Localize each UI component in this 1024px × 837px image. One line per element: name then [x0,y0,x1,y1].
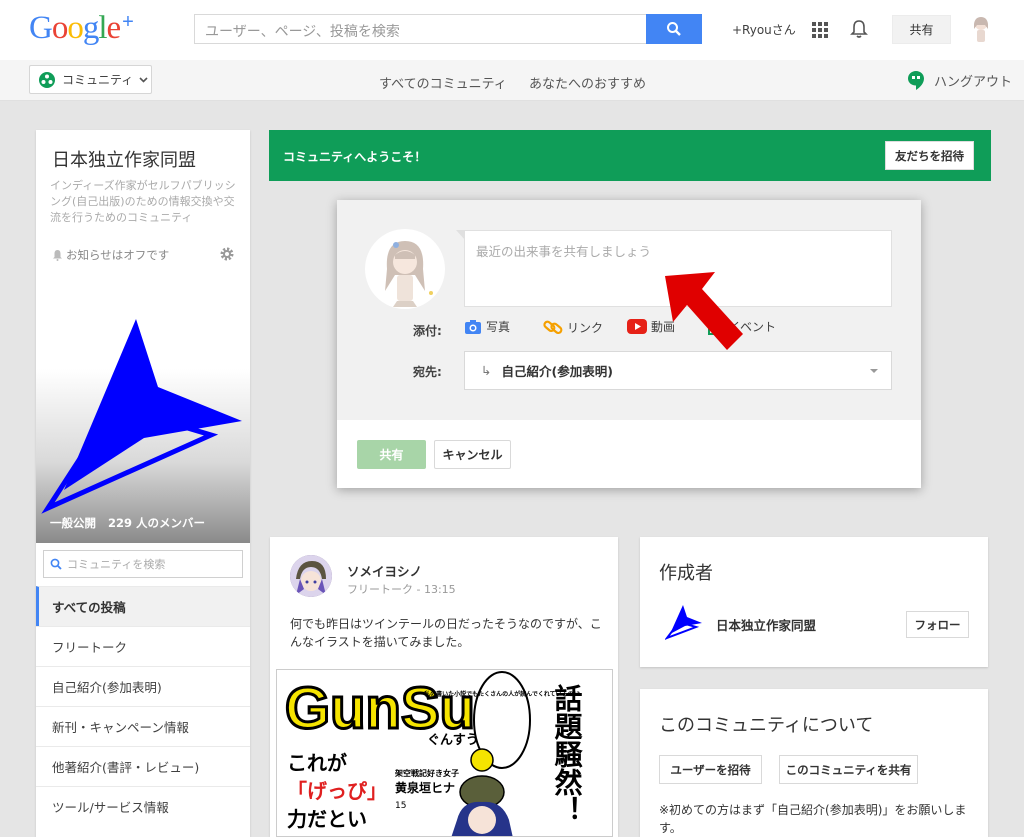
post-meta: フリートーク - 13:15 [347,583,456,596]
creator-card: 作成者 日本独立作家同盟 フォロー [640,537,988,667]
cancel-button[interactable]: キャンセル [434,440,511,469]
search-input[interactable]: ユーザー、ページ、投稿を検索 [194,14,646,44]
menu-item-all-posts[interactable]: すべての投稿 [36,586,250,626]
dropdown-caret-icon [870,369,878,373]
image-author-age: 15 [395,801,406,811]
youtube-icon [627,319,647,334]
image-brand-text: GunSu [285,676,475,741]
community-title: 日本独立作家同盟 [52,150,196,171]
community-search-input[interactable]: コミュニティを検索 [43,550,243,578]
community-category-menu: すべての投稿 フリートーク 自己紹介(参加表明) 新刊・キャンペーン情報 他著紹… [36,586,250,826]
image-headline: 話題騒然！ [551,683,584,824]
user-avatar[interactable] [966,14,996,44]
search-icon [667,22,681,36]
hangout-icon [908,71,924,90]
community-description: インディーズ作家がセルフパブリッシング(自己出版)のための情報交換や交流を行うた… [50,179,236,224]
red-arrow-annotation [665,272,743,350]
notifications-bell-icon[interactable] [850,19,868,39]
about-community-card: このコミュニティについて ユーザーを招待 このコミュニティを共有 ※初めての方は… [640,689,988,837]
community-banner [36,275,250,543]
invite-friends-button[interactable]: 友だちを招待 [885,141,974,170]
image-caption-1: これが [287,751,347,775]
image-caption-3: 力だとい [287,807,367,831]
destination-select[interactable]: ↳ 自己紹介(参加表明) [464,351,892,390]
compose-post-card: 最近の出来事を共有しましょう 添付: 写真 リンク 動画 イベント 宛先: ↳ … [337,200,921,488]
creator-name[interactable]: 日本独立作家同盟 [716,615,816,634]
community-dropdown[interactable]: コミュニティ [29,65,152,94]
welcome-text: コミュニティへようこそ！ [283,150,427,164]
sub-nav-bar: コミュニティ すべてのコミュニティ あなたへのおすすめ ハングアウト [0,60,1024,101]
welcome-banner: コミュニティへようこそ！ 友だちを招待 [269,130,991,181]
gear-icon[interactable] [220,247,234,261]
about-note: ※初めての方はまず「自己紹介(参加表明)」をお願いします。 [659,803,967,835]
menu-item-tools[interactable]: ツール/サービス情報 [36,786,250,826]
apps-grid-icon[interactable] [812,22,828,38]
community-members-info: 一般公開 229 人のメンバー [50,516,206,530]
destination-label: 宛先: [413,365,442,379]
about-card-title: このコミュニティについて [659,715,874,736]
post-author-avatar[interactable] [290,555,332,597]
attach-label: 添付: [413,324,442,338]
attach-photo-button[interactable]: 写真 [464,318,510,335]
share-community-button[interactable]: このコミュニティを共有 [779,755,918,784]
attach-link-button[interactable]: リンク [543,318,603,336]
image-brand-kana: ぐんすう [427,733,479,748]
camera-icon [465,319,481,334]
image-caption-2: 「げっぴ」 [287,779,387,803]
community-sidebar-card: 日本独立作家同盟 インディーズ作家がセルフパブリッシング(自己出版)のための情報… [36,130,250,837]
top-bar: Google + ユーザー、ページ、投稿を検索 +Ryouさん 共有 [0,0,1024,60]
nav-all-communities[interactable]: すべてのコミュニティ [379,73,507,92]
share-button-top[interactable]: 共有 [892,15,951,44]
notification-status[interactable]: お知らせはオフです [52,247,169,263]
creator-card-title: 作成者 [659,563,713,584]
follow-button[interactable]: フォロー [906,611,969,638]
bell-icon [53,250,62,261]
post-image[interactable]: GunSu ぐんすう 私の書いた小説でもたくさんの人が読んでくれているの!? 話… [276,669,613,837]
creator-logo-icon[interactable] [665,603,703,641]
community-logo-image [41,319,242,514]
image-author-tag: 架空戦記好き女子 [394,768,459,778]
post-body-text: 何でも昨日はツインテールの日だったそうなのですが、こんなイラストを描いてみました… [290,617,602,649]
link-icon [543,320,563,335]
invite-users-button[interactable]: ユーザーを招待 [659,755,762,784]
hangout-link[interactable]: ハングアウト [908,71,1012,90]
search-icon [50,558,62,570]
compose-avatar [365,229,445,309]
share-post-button[interactable]: 共有 [357,440,426,469]
post-author-name[interactable]: ソメイヨシノ [347,561,422,580]
menu-item-new-releases[interactable]: 新刊・キャンペーン情報 [36,706,250,746]
menu-item-self-intro[interactable]: 自己紹介(参加表明) [36,666,250,706]
community-icon [39,71,55,88]
menu-item-reviews[interactable]: 他著紹介(書評・レビュー) [36,746,250,786]
image-author-name: 黄泉垣ヒナ [395,780,455,795]
share-arrow-icon: ↳ [481,363,492,378]
nav-recommended[interactable]: あなたへのおすすめ [529,73,646,92]
google-plus-logo[interactable]: Google + [29,10,134,47]
post-card: ソメイヨシノ フリートーク - 13:15 何でも昨日はツインテールの日だったそ… [270,537,618,837]
search-button[interactable] [646,14,702,44]
user-profile-link[interactable]: +Ryouさん [732,21,796,38]
chevron-down-icon [139,76,148,83]
menu-item-free-talk[interactable]: フリートーク [36,626,250,666]
